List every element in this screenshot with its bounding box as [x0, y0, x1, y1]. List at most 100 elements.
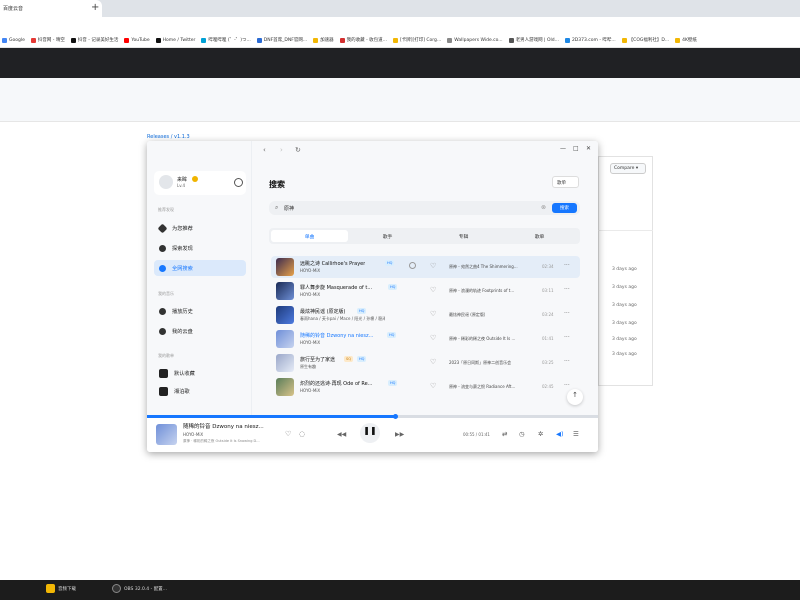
song-album[interactable]: 最炫神民谣 (原定版) — [449, 312, 485, 318]
close-button[interactable]: ✕ — [586, 145, 591, 152]
bookmark-item[interactable]: Google — [2, 37, 25, 43]
song-artist[interactable]: 原生有趣 — [300, 364, 316, 370]
next-button[interactable]: ▶▶ — [395, 431, 404, 438]
bookmark-item[interactable]: Wallpapers Wide.co... — [447, 37, 503, 43]
tab-songs[interactable]: 单曲 — [271, 230, 348, 242]
bookmark-icon — [339, 37, 345, 43]
heart-icon[interactable]: ♡ — [430, 310, 436, 318]
playlist-button[interactable]: 歌单 — [552, 176, 579, 188]
heart-icon[interactable]: ♡ — [285, 430, 291, 438]
quality-badge: HQ — [385, 260, 395, 266]
sidebar-item-recommend[interactable]: 为您推荐 — [154, 220, 246, 236]
bookmark-icon — [508, 37, 514, 43]
scroll-to-top-button[interactable]: ↑ — [567, 389, 583, 405]
song-album[interactable]: 原神 - 浪漫的轨迹 Footprints of t... — [449, 288, 514, 294]
sidebar-item-cloud[interactable]: 我的云盘 — [154, 323, 246, 339]
song-artist[interactable]: HOYO-MiX — [300, 340, 320, 345]
browser-tab[interactable]: 百度云音 — [0, 0, 102, 17]
bookmark-item[interactable]: 哔哩哔哩 (゜-゜)つ... — [201, 37, 251, 43]
sidebar-item-search[interactable]: 全网搜索 — [154, 260, 246, 276]
bookmark-item[interactable]: 我的收藏 - 收包道... — [339, 37, 387, 43]
breadcrumb[interactable]: Releases / v1.1.3 — [147, 134, 190, 140]
sidebar-item-playlist[interactable]: 湘泊歌 — [154, 383, 246, 399]
heart-icon[interactable]: ♡ — [430, 286, 436, 294]
song-album[interactable]: 原神 - 稀彩的稀之夜 Outside It Is ... — [449, 336, 515, 342]
taskbar-item[interactable]: 音频下载 — [46, 584, 76, 593]
bookmark-item[interactable]: [卡牌][打印] Corg... — [392, 37, 441, 43]
comment-icon[interactable]: ◌ — [299, 430, 305, 438]
tiktok-icon — [70, 37, 76, 43]
search-bar[interactable]: ⌕ 原神 ⊗ 搜索 — [269, 201, 580, 215]
quality-badge: HQ — [357, 308, 367, 314]
heart-icon[interactable]: ♡ — [430, 382, 436, 390]
equalizer-icon[interactable]: ✲ — [538, 430, 543, 438]
bookmark-item[interactable]: 老男人游戏网 | Old... — [508, 37, 559, 43]
search-input[interactable]: 原神 — [284, 205, 294, 212]
now-playing-cover[interactable] — [156, 424, 177, 445]
comment-icon[interactable] — [409, 262, 416, 269]
search-button[interactable]: 搜索 — [552, 203, 577, 213]
new-tab-button[interactable]: + — [91, 2, 99, 13]
user-card[interactable]: 来眸 Lv.4 — [154, 171, 246, 195]
taskbar-item[interactable]: OBS 32.0.4 - 配置... — [112, 584, 167, 593]
now-playing-artist[interactable]: HOYO-MiX — [183, 432, 203, 437]
forward-icon[interactable]: › — [280, 146, 283, 154]
more-icon[interactable]: ··· — [564, 262, 570, 269]
song-artist[interactable]: 春雨hana / 芙卡pai / Mace / 阳光 / 孙棉 / 稳泽 — [300, 316, 385, 322]
bookmark-item[interactable]: 抖音网 - 晴空 — [30, 37, 65, 43]
song-row[interactable]: 随稀的铃音 Dzwony na niesz... HQ HOYO-MiX ♡ 原… — [271, 328, 580, 350]
bookmarks-bar: Google 抖音网 - 晴空 抖音 - 记录美好生活 YouTube Home… — [0, 33, 800, 48]
volume-icon[interactable]: ◀) — [556, 430, 564, 438]
song-cover — [276, 282, 294, 300]
refresh-icon[interactable]: ↻ — [295, 146, 301, 154]
compare-button[interactable]: Compare ▾ — [610, 163, 646, 174]
song-artist[interactable]: HOYO-MiX — [300, 292, 320, 297]
song-album[interactable]: 原神 - 宛然之曲4 The Shimmering... — [449, 264, 518, 270]
more-icon[interactable]: ··· — [564, 334, 570, 341]
bookmark-item[interactable]: 2D373.com - 哔哔... — [564, 37, 616, 43]
sidebar-item-history[interactable]: 播放历史 — [154, 303, 246, 319]
tab-artists[interactable]: 歌手 — [349, 230, 426, 242]
address-bar[interactable] — [0, 17, 800, 33]
bookmark-item[interactable]: 抖音 - 记录美好生活 — [70, 37, 118, 43]
song-artist[interactable]: HOYO-MiX — [300, 268, 320, 273]
sidebar-item-default-playlist[interactable]: 默认收藏 — [154, 365, 246, 381]
tab-albums[interactable]: 专辑 — [425, 230, 502, 242]
song-cover — [276, 354, 294, 372]
tab-playlists[interactable]: 歌单 — [501, 230, 578, 242]
timer-icon[interactable]: ◷ — [519, 430, 525, 438]
maximize-button[interactable]: □ — [573, 145, 579, 152]
song-row[interactable]: 炽烈的还逃诗·再现 Ode of Re... HQ HOYO-MiX ♡ 原神 … — [271, 376, 580, 398]
back-icon[interactable]: ‹ — [263, 146, 266, 154]
clear-icon[interactable]: ⊗ — [541, 204, 546, 211]
more-icon[interactable]: ··· — [564, 358, 570, 365]
song-album[interactable]: 2023「原日同斯」原神二创音乐会 — [449, 360, 511, 366]
bookmark-item[interactable]: YouTube — [124, 37, 150, 43]
heart-icon[interactable]: ♡ — [430, 334, 436, 342]
more-icon[interactable]: ··· — [564, 310, 570, 317]
avatar[interactable] — [159, 175, 173, 189]
song-row[interactable]: 罪人舞步旋 Masquerade of t... HQ HOYO-MiX ♡ 原… — [271, 280, 580, 302]
song-row[interactable]: 远眺之诗 Callirhoe's Prayer HQ HOYO-MiX ♡ 原神… — [271, 256, 580, 278]
pause-button[interactable]: ❚❚ — [360, 423, 380, 443]
bookmark-item[interactable]: DNF首席_DNF官网... — [256, 37, 307, 43]
sidebar-item-discover[interactable]: 探索发现 — [154, 240, 246, 256]
bookmark-item[interactable]: 加速器 — [313, 37, 334, 43]
previous-button[interactable]: ◀◀ — [337, 431, 346, 438]
logout-icon[interactable] — [234, 178, 243, 187]
more-icon[interactable]: ··· — [564, 382, 570, 389]
song-row[interactable]: 旅行至为了家途 SQ HQ 原生有趣 ♡ 2023「原日同斯」原神二创音乐会 0… — [271, 352, 580, 374]
song-row[interactable]: 最炫神民谣 (原定版) HQ 春雨hana / 芙卡pai / Mace / 阳… — [271, 304, 580, 326]
heart-icon[interactable]: ♡ — [430, 262, 436, 270]
heart-icon[interactable]: ♡ — [430, 358, 436, 366]
bookmark-item[interactable]: 4K壁纸 — [675, 37, 697, 43]
minimize-button[interactable]: — — [560, 145, 566, 152]
more-icon[interactable]: ··· — [564, 286, 570, 293]
repeat-icon[interactable]: ⇄ — [502, 430, 507, 438]
playlist-cover-icon — [159, 368, 168, 378]
song-album[interactable]: 原神 - 流变与赛之恨 Radiance Aft... — [449, 384, 515, 390]
playlist-queue-icon[interactable]: ☰ — [573, 430, 579, 438]
song-artist[interactable]: HOYO-MiX — [300, 388, 320, 393]
bookmark-item[interactable]: Home / Twitter — [155, 37, 195, 43]
bookmark-item[interactable]: 【COG福利社】D... — [621, 37, 669, 43]
